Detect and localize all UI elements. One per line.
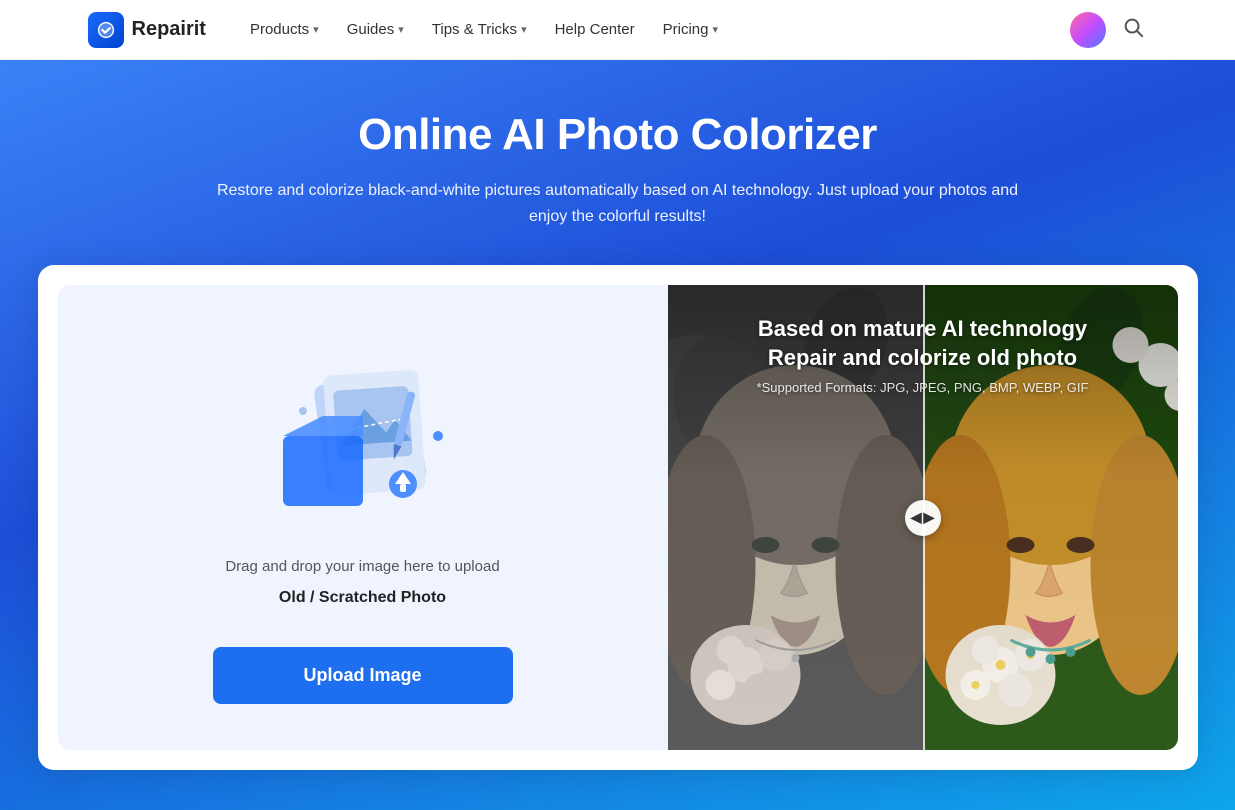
preview-panel: ◀ ▶ Based on mature AI technology Repair… xyxy=(668,285,1178,750)
nav-item-guides[interactable]: Guides ▾ xyxy=(335,15,416,44)
nav-links: Products ▾ Guides ▾ Tips & Tricks ▾ Help… xyxy=(238,15,1062,44)
nav-item-pricing[interactable]: Pricing ▾ xyxy=(651,15,730,44)
avatar[interactable] xyxy=(1070,12,1106,48)
upload-text: Drag and drop your image here to upload … xyxy=(225,555,499,631)
nav-right xyxy=(1070,12,1148,48)
nav-item-tips-tricks[interactable]: Tips & Tricks ▾ xyxy=(420,15,539,44)
nav-item-help-center[interactable]: Help Center xyxy=(543,15,647,44)
chevron-down-icon: ▾ xyxy=(398,23,404,36)
logo[interactable]: Repairit xyxy=(88,12,206,48)
main-card: Drag and drop your image here to upload … xyxy=(38,265,1198,770)
upload-illustration xyxy=(253,331,473,531)
drag-drop-text: Drag and drop your image here to upload xyxy=(225,555,499,579)
nav-item-products[interactable]: Products ▾ xyxy=(238,15,331,44)
chevron-down-icon: ▾ xyxy=(313,23,319,36)
divider-handle[interactable]: ◀ ▶ xyxy=(905,500,941,536)
upload-image-button[interactable]: Upload Image xyxy=(213,647,513,704)
logo-text: Repairit xyxy=(132,18,206,41)
search-button[interactable] xyxy=(1118,12,1148,48)
arrow-icon: ◀ ▶ xyxy=(911,509,935,526)
navbar: Repairit Products ▾ Guides ▾ Tips & Tric… xyxy=(0,0,1235,60)
chevron-down-icon: ▾ xyxy=(521,23,527,36)
hero-section: Online AI Photo Colorizer Restore and co… xyxy=(0,60,1235,810)
upload-panel: Drag and drop your image here to upload … xyxy=(58,285,668,750)
card-inner: Drag and drop your image here to upload … xyxy=(58,285,1178,750)
logo-icon xyxy=(88,12,124,48)
hero-title: Online AI Photo Colorizer xyxy=(20,110,1215,160)
file-type-label: Old / Scratched Photo xyxy=(225,585,499,611)
chevron-down-icon: ▾ xyxy=(713,23,719,36)
hero-description: Restore and colorize black-and-white pic… xyxy=(208,178,1028,229)
preview-background: ◀ ▶ Based on mature AI technology Repair… xyxy=(668,285,1178,750)
